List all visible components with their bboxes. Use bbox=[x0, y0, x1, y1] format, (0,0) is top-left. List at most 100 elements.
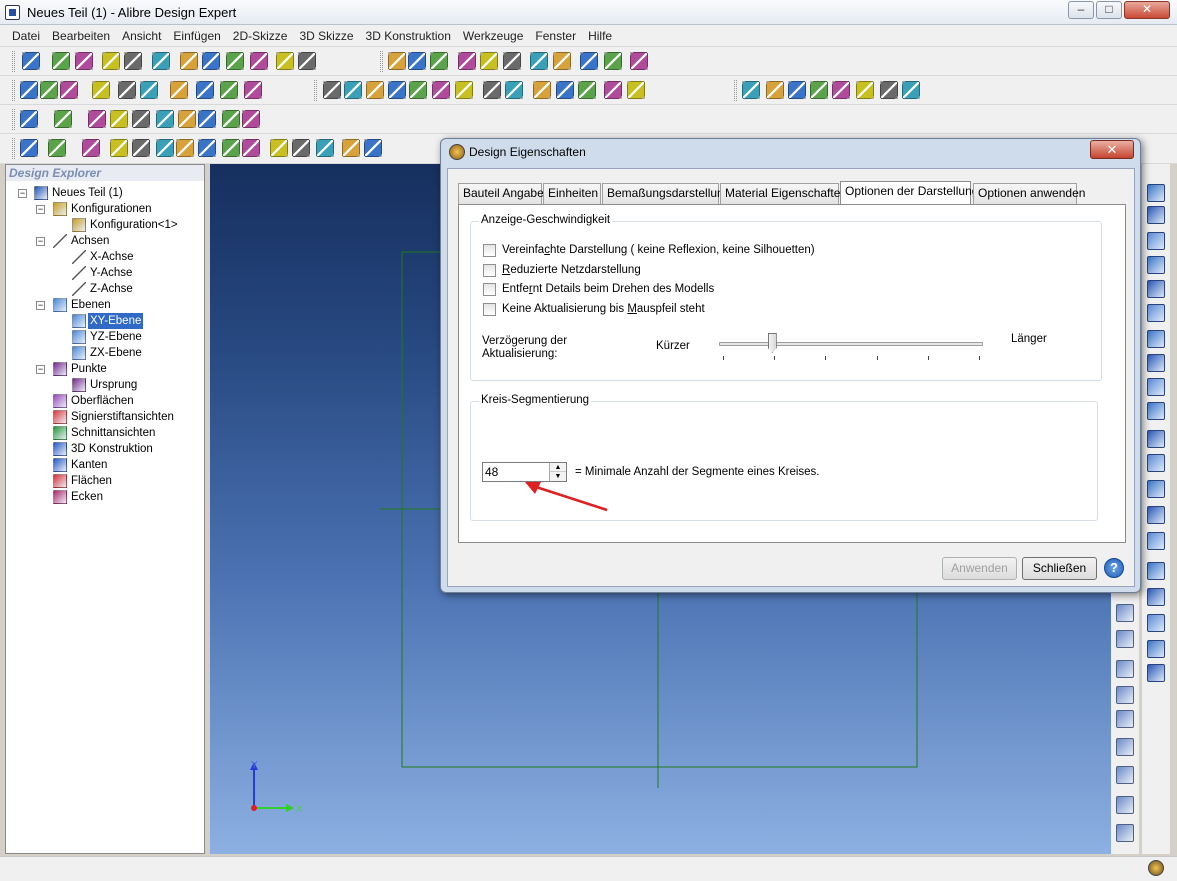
sketch-tool-icon[interactable] bbox=[1116, 604, 1134, 622]
tree-item[interactable]: − Punkte bbox=[6, 361, 204, 377]
tree-item[interactable]: 3D Konstruktion bbox=[6, 441, 204, 457]
right-tool-icon[interactable] bbox=[1147, 430, 1165, 448]
checkbox-0[interactable] bbox=[483, 244, 496, 257]
menu-item-6[interactable]: 3D Konstruktion bbox=[360, 25, 457, 46]
toolbar-tool-icon[interactable] bbox=[40, 81, 58, 99]
toolbar-tool-icon[interactable] bbox=[409, 81, 427, 99]
toolbar-tool-icon[interactable] bbox=[627, 81, 645, 99]
right-tool-icon[interactable] bbox=[1147, 184, 1165, 202]
tree-item[interactable]: − Ebenen bbox=[6, 297, 204, 313]
toolbar-tool-icon[interactable] bbox=[298, 52, 316, 70]
checkbox-2[interactable] bbox=[483, 283, 496, 296]
toolbar-tool-icon[interactable] bbox=[276, 52, 294, 70]
toolbar-tool-icon[interactable] bbox=[430, 52, 448, 70]
toolbar-tool-icon[interactable] bbox=[180, 52, 198, 70]
dialog-close-button[interactable]: ✕ bbox=[1090, 140, 1134, 159]
tree-item[interactable]: − Neues Teil (1) bbox=[6, 185, 204, 201]
right-tool-icon[interactable] bbox=[1147, 378, 1165, 396]
toolbar-tool-icon[interactable] bbox=[170, 81, 188, 99]
sketch-tool-icon[interactable] bbox=[1116, 686, 1134, 704]
minimize-button[interactable]: – bbox=[1068, 1, 1094, 19]
toolbar-tool-icon[interactable] bbox=[132, 139, 150, 157]
toolbar-tool-icon[interactable] bbox=[902, 81, 920, 99]
toolbar-tool-icon[interactable] bbox=[22, 52, 40, 70]
apply-button[interactable]: Anwenden bbox=[942, 557, 1017, 580]
toolbar-tool-icon[interactable] bbox=[198, 110, 216, 128]
toolbar-tool-icon[interactable] bbox=[742, 81, 760, 99]
toolbar-tool-icon[interactable] bbox=[810, 81, 828, 99]
checkbox-label-0[interactable]: Vereinfachte Darstellung ( keine Reflexi… bbox=[502, 244, 815, 256]
tab-0[interactable]: Bauteil Angaben bbox=[458, 183, 550, 204]
tree-item[interactable]: Oberflächen bbox=[6, 393, 204, 409]
toolbar-tool-icon[interactable] bbox=[530, 52, 548, 70]
maximize-button[interactable]: □ bbox=[1096, 1, 1122, 19]
sketch-tool-icon[interactable] bbox=[1116, 630, 1134, 648]
toolbar-tool-icon[interactable] bbox=[75, 52, 93, 70]
toolbar-tool-icon[interactable] bbox=[110, 110, 128, 128]
toolbar-tool-icon[interactable] bbox=[388, 81, 406, 99]
toolbar-tool-icon[interactable] bbox=[316, 139, 334, 157]
toolbar-tool-icon[interactable] bbox=[152, 52, 170, 70]
toolbar-tool-icon[interactable] bbox=[250, 52, 268, 70]
toolbar-tool-icon[interactable] bbox=[198, 139, 216, 157]
tree-item[interactable]: Kanten bbox=[6, 457, 204, 473]
checkbox-3[interactable] bbox=[483, 302, 496, 316]
toolbar-tool-icon[interactable] bbox=[292, 139, 310, 157]
tree-item[interactable]: Konfiguration<1> bbox=[6, 217, 204, 233]
tree-item[interactable]: Signierstiftansichten bbox=[6, 409, 204, 425]
toolbar-tool-icon[interactable] bbox=[220, 81, 238, 99]
toolbar-tool-icon[interactable] bbox=[364, 139, 382, 157]
toolbar-tool-icon[interactable] bbox=[342, 139, 360, 157]
sketch-tool-icon[interactable] bbox=[1116, 796, 1134, 814]
toolbar-tool-icon[interactable] bbox=[222, 139, 240, 157]
toolbar-tool-icon[interactable] bbox=[505, 81, 523, 99]
collapse-icon[interactable]: − bbox=[36, 205, 45, 214]
tree-item[interactable]: ZX-Ebene bbox=[6, 345, 204, 361]
toolbar-tool-icon[interactable] bbox=[880, 81, 898, 99]
collapse-icon[interactable]: − bbox=[36, 237, 45, 246]
toolbar-tool-icon[interactable] bbox=[132, 110, 150, 128]
toolbar-tool-icon[interactable] bbox=[578, 81, 596, 99]
toolbar-tool-icon[interactable] bbox=[222, 110, 240, 128]
toolbar-tool-icon[interactable] bbox=[455, 81, 473, 99]
right-tool-icon[interactable] bbox=[1147, 640, 1165, 658]
toolbar-tool-icon[interactable] bbox=[323, 81, 341, 99]
right-tool-icon[interactable] bbox=[1147, 304, 1165, 322]
toolbar-tool-icon[interactable] bbox=[432, 81, 450, 99]
toolbar-tool-icon[interactable] bbox=[202, 52, 220, 70]
right-tool-icon[interactable] bbox=[1147, 588, 1165, 606]
toolbar-tool-icon[interactable] bbox=[458, 52, 476, 70]
toolbar-tool-icon[interactable] bbox=[156, 139, 174, 157]
toolbar-tool-icon[interactable] bbox=[604, 81, 622, 99]
right-tool-icon[interactable] bbox=[1147, 664, 1165, 682]
toolbar-tool-icon[interactable] bbox=[533, 81, 551, 99]
checkbox-label-1[interactable]: Reduzierte Netzdarstellung bbox=[502, 264, 641, 276]
tree-item[interactable]: YZ-Ebene bbox=[6, 329, 204, 345]
tree-item[interactable]: Ecken bbox=[6, 489, 204, 505]
collapse-icon[interactable]: − bbox=[18, 189, 27, 198]
menu-item-8[interactable]: Fenster bbox=[529, 25, 582, 46]
menu-item-5[interactable]: 3D Skizze bbox=[293, 25, 359, 46]
right-tool-icon[interactable] bbox=[1147, 354, 1165, 372]
tree-item[interactable]: Schnittansichten bbox=[6, 425, 204, 441]
toolbar-tool-icon[interactable] bbox=[178, 110, 196, 128]
toolbar-tool-icon[interactable] bbox=[388, 52, 406, 70]
checkbox-label-2[interactable]: Entfernt Details beim Drehen des Modells bbox=[502, 283, 714, 295]
right-tool-icon[interactable] bbox=[1147, 506, 1165, 524]
toolbar-tool-icon[interactable] bbox=[88, 110, 106, 128]
right-tool-icon[interactable] bbox=[1147, 454, 1165, 472]
toolbar-tool-icon[interactable] bbox=[20, 81, 38, 99]
toolbar-tool-icon[interactable] bbox=[270, 139, 288, 157]
right-tool-icon[interactable] bbox=[1147, 330, 1165, 348]
toolbar-tool-icon[interactable] bbox=[242, 139, 260, 157]
toolbar-tool-icon[interactable] bbox=[124, 52, 142, 70]
toolbar-tool-icon[interactable] bbox=[20, 139, 38, 157]
toolbar-tool-icon[interactable] bbox=[54, 110, 72, 128]
toolbar-tool-icon[interactable] bbox=[92, 81, 110, 99]
toolbar-tool-icon[interactable] bbox=[140, 81, 158, 99]
toolbar-tool-icon[interactable] bbox=[604, 52, 622, 70]
toolbar-tool-icon[interactable] bbox=[244, 81, 262, 99]
menu-item-7[interactable]: Werkzeuge bbox=[457, 25, 529, 46]
right-tool-icon[interactable] bbox=[1147, 232, 1165, 250]
toolbar-tool-icon[interactable] bbox=[553, 52, 571, 70]
